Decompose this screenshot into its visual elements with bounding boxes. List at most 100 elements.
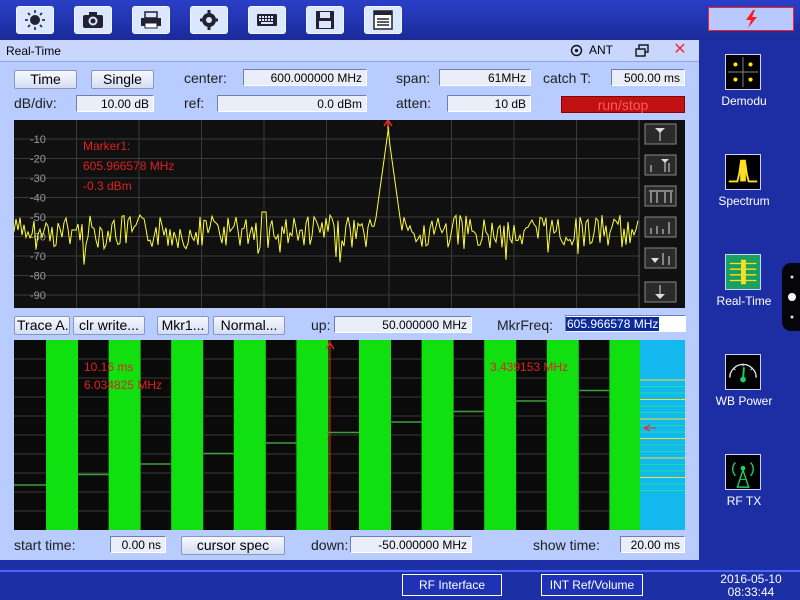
camera-icon [83,12,103,28]
waterfall-band [609,340,642,530]
antenna-icon [725,454,761,490]
marker-1-pointer[interactable] [383,118,393,127]
db-per-div-field[interactable]: 10.00 dB [76,95,154,112]
waterfall-band [46,340,78,530]
sidebar-label-realtime: Real-Time [716,294,772,308]
power-meter-icon [725,354,761,390]
trace-selector-4[interactable] [644,216,677,238]
demodulation-icon [725,54,761,90]
bottom-divider [0,570,800,572]
sidebar-item-wb-power[interactable]: WB Power [699,354,800,434]
waterfall-band [359,340,391,530]
ref-field[interactable]: 0.0 dBm [217,95,367,112]
mkrfreq-value: 605.966578 MHz [566,317,660,331]
sidebar-item-demodu[interactable]: Demodu [699,54,800,134]
sidebar-label-demodu: Demodu [721,94,767,108]
trace-selector-3[interactable] [644,185,677,207]
trace-a-button[interactable]: Trace A... [14,316,70,335]
document-button[interactable] [364,6,402,34]
spectrum-y-tick-label: -80 [30,271,46,283]
top-toolbar [0,0,800,40]
window-titlebar: Real-Time ANT ✕ [0,40,699,62]
down-label: down: [311,537,349,553]
window-title: Real-Time [6,44,61,58]
realtime-panel: Real-Time ANT ✕ Time Single center: 600.… [0,40,699,560]
print-button[interactable] [132,6,170,34]
sidebar-scroll-handle[interactable] [782,263,800,331]
spectrum-display[interactable]: -10 -20 -30 -40 -50 -60 -70 -80 -90 Marker1: 605… [13,118,685,308]
run-stop-button[interactable]: run/stop [561,96,685,113]
mkrfreq-field[interactable]: 605.966578 MHz [565,315,686,332]
show-time-field[interactable]: 20.00 ms [620,536,685,553]
waterfall-band [296,340,329,530]
alarm-indicator[interactable] [708,7,794,31]
bottom-status-bar: RF Interface INT Ref/Volume 2016-05-10 0… [0,560,800,600]
waterfall-band [421,340,454,530]
spectrum-y-tick-label: -30 [30,173,46,185]
sidebar-label-wb-power: WB Power [715,394,773,408]
brightness-button[interactable] [16,6,54,34]
save-disk-icon [316,11,334,29]
spectrum-y-tick-label: -40 [30,193,46,205]
spectrum-y-tick-label: -90 [30,290,46,302]
ant-label: ANT [589,43,613,57]
int-ref-volume-button[interactable]: INT Ref/Volume [541,574,643,596]
target-icon [570,44,583,56]
scroll-dots-icon [788,275,796,319]
close-window-icon[interactable]: ✕ [671,41,689,59]
restore-window-icon[interactable] [634,43,650,59]
settings-button[interactable] [190,6,228,34]
sidebar-item-spectrum[interactable]: Spectrum [699,154,800,234]
up-label: up: [311,317,331,333]
spectrum-y-tick-label: -10 [30,134,46,146]
span-label: span: [396,70,431,86]
trace-selector-2[interactable] [644,154,677,176]
spectrum-y-ticks: -10-20-30-40-50-60-70-80-90 [30,134,46,302]
waterfall-band [171,340,204,530]
single-button[interactable]: Single [91,70,154,89]
mkrfreq-label: MkrFreq: [497,317,553,333]
center-field[interactable]: 600.000000 MHz [243,69,367,86]
down-field[interactable]: -50.000000 MHz [350,536,472,553]
time-button[interactable]: Time [14,70,77,89]
printer-icon [141,11,161,29]
ant-indicator[interactable]: ANT [570,43,613,57]
clear-write-button[interactable]: clr write... [73,316,145,335]
catch-time-label: catch T: [543,70,591,86]
rf-interface-button[interactable]: RF Interface [402,574,502,596]
marker-1-button[interactable]: Mkr1... [157,316,209,335]
keyboard-button[interactable] [248,6,286,34]
marker-title: Marker1: [83,139,130,153]
spectrum-icon [725,154,761,190]
sidebar-item-rf-tx[interactable]: RF TX [699,454,800,534]
spectrum-y-tick-label: -70 [30,251,46,263]
realtime-icon [725,254,761,290]
waterfall-band [233,340,266,530]
save-button[interactable] [306,6,344,34]
keyboard-icon [257,14,277,26]
span-field[interactable]: 61MHz [439,69,531,86]
cursor-spec-button[interactable]: cursor spec [181,536,285,555]
catch-time-field[interactable]: 500.00 ms [611,69,685,86]
waterfall-left-frequency: 6.034825 MHz [84,378,162,392]
center-label: center: [184,70,227,86]
sidebar-label-spectrum: Spectrum [718,194,770,208]
up-field[interactable]: 50.000000 MHz [334,316,472,333]
atten-label: atten: [396,95,432,111]
system-datetime: 2016-05-10 08:33:44 [706,573,796,599]
trace-selector-6[interactable] [644,281,677,303]
spectrum-plot: -10-20-30-40-50-60-70-80-90 Marker1: 605… [13,118,677,308]
lightning-alarm-icon [746,10,757,28]
sidebar-label-rf-tx: RF TX [726,494,762,508]
waterfall-display[interactable]: 10.16 ms 6.034825 MHz 3.439153 MHz [14,340,685,530]
normal-button[interactable]: Normal... [213,316,285,335]
screenshot-button[interactable] [74,6,112,34]
trace-selector-1[interactable] [644,123,677,145]
start-time-field[interactable]: 0.00 ns [110,536,166,553]
waterfall-plot: 10.16 ms 6.034825 MHz 3.439153 MHz [14,340,685,530]
db-per-div-label: dB/div: [14,95,57,111]
trace-selector-5[interactable] [644,247,677,269]
waterfall-scale-bg [640,340,685,530]
start-time-label: start time: [14,537,76,553]
atten-field[interactable]: 10 dB [447,95,531,112]
